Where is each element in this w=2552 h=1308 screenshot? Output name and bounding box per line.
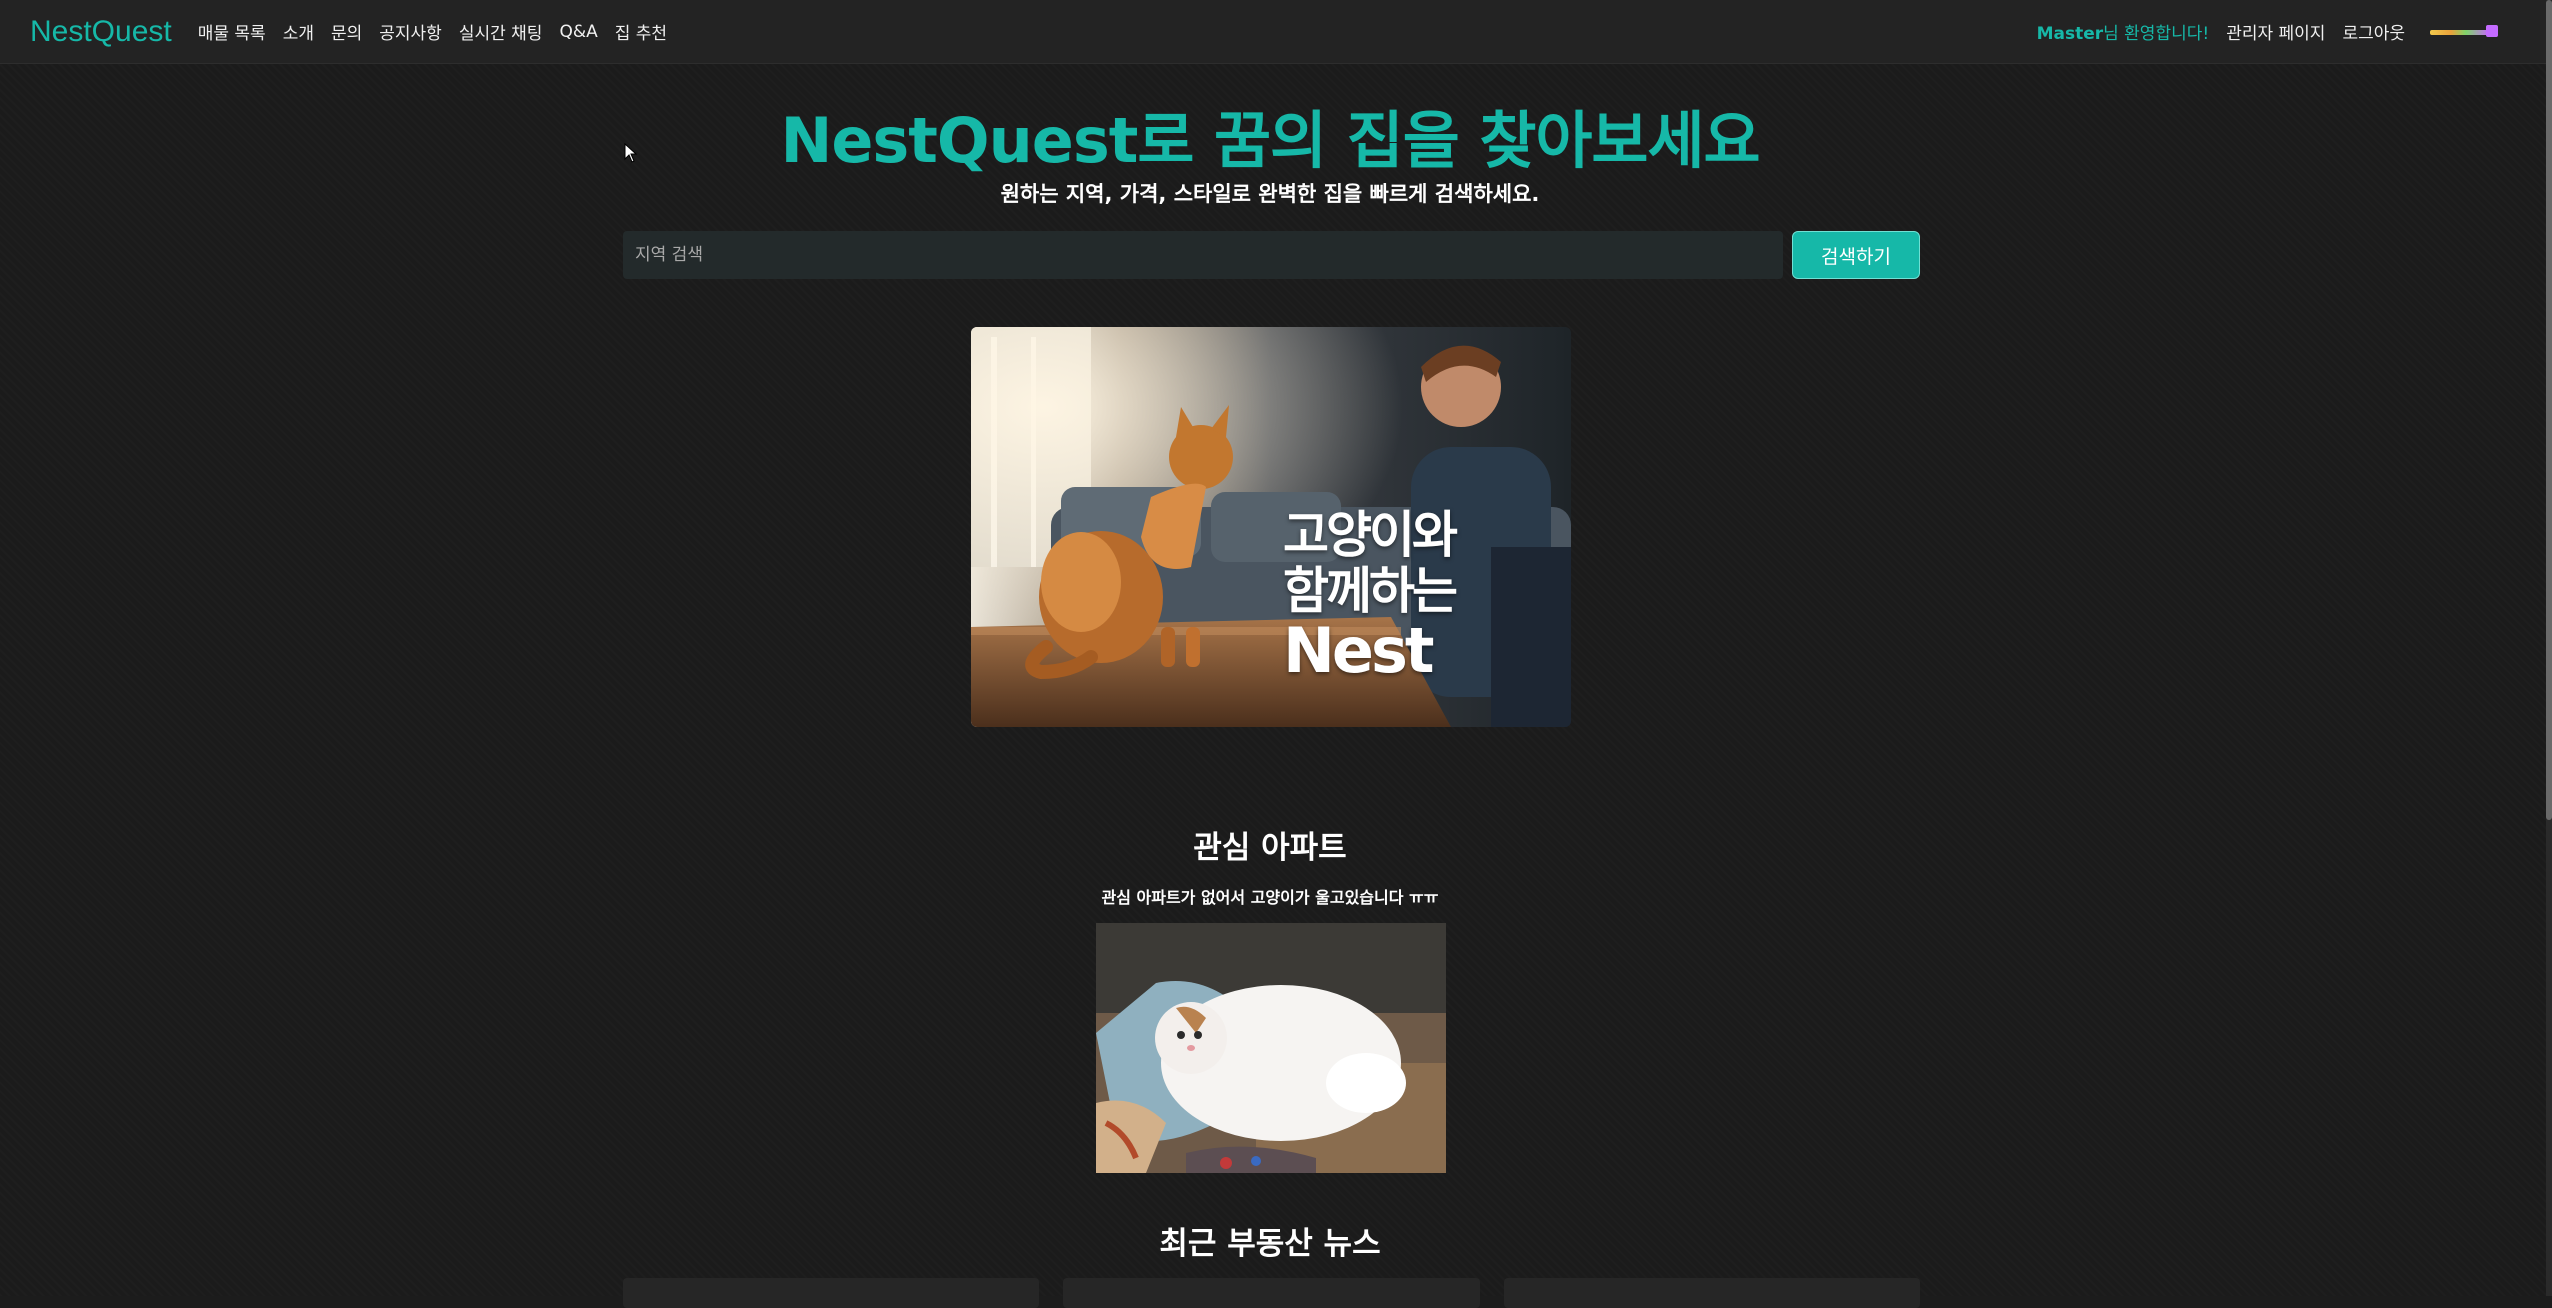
nav-link-live-chat[interactable]: 실시간 채팅 <box>459 19 543 44</box>
top-navbar: NestQuest 매물 목록 소개 문의 공지사항 실시간 채팅 Q&A 집 … <box>0 0 2546 64</box>
crying-cat-image <box>1096 923 1446 1173</box>
news-card[interactable] <box>1063 1278 1480 1308</box>
nav-link-qna[interactable]: Q&A <box>559 22 597 42</box>
nav-link-about[interactable]: 소개 <box>283 19 314 44</box>
cat-banner-image: 고양이와 함께하는 Nest <box>971 327 1571 727</box>
hero-subtitle: 원하는 지역, 가격, 스타일로 완벽한 집을 빠르게 검색하세요. <box>1000 182 1540 206</box>
banner-line-1: 고양이와 <box>1283 506 1458 564</box>
nav-link-home-recommend[interactable]: 집 추천 <box>615 19 667 44</box>
banner-illustration <box>971 327 1571 727</box>
admin-page-link[interactable]: 관리자 페이지 <box>2226 19 2325 44</box>
news-card-list <box>623 1278 1920 1308</box>
hero-title: NestQuest로 꿈의 집을 찾아보세요 <box>780 104 1760 177</box>
scrollbar-thumb[interactable] <box>2546 0 2552 820</box>
banner-headline: 고양이와 함께하는 Nest <box>1283 506 1458 687</box>
welcome-suffix: 님 환영합니다! <box>2103 24 2210 44</box>
favorites-section-title: 관심 아파트 <box>1193 830 1347 866</box>
theme-toggle-slider[interactable] <box>2430 23 2502 41</box>
theme-toggle-track <box>2430 29 2490 35</box>
nav-link-contact[interactable]: 문의 <box>331 19 362 44</box>
theme-toggle-knob[interactable] <box>2486 24 2498 37</box>
logout-link[interactable]: 로그아웃 <box>2342 19 2405 44</box>
brand-logo-link[interactable]: NestQuest <box>30 15 172 49</box>
region-search-input[interactable] <box>623 231 1783 279</box>
banner-line-3: Nest <box>1283 614 1434 687</box>
cat-lying-illustration <box>1096 923 1446 1173</box>
search-bar: 검색하기 <box>623 231 1920 279</box>
mouse-cursor-icon <box>624 143 638 163</box>
nav-link-listings[interactable]: 매물 목록 <box>198 19 266 44</box>
news-section-title: 최근 부동산 뉴스 <box>1159 1226 1381 1262</box>
news-card[interactable] <box>623 1278 1040 1308</box>
welcome-username: Master <box>2036 24 2104 44</box>
search-button[interactable]: 검색하기 <box>1792 231 1920 279</box>
nav-user-area: Master님 환영합니다! 관리자 페이지 로그아웃 <box>2037 19 2516 44</box>
welcome-message: Master님 환영합니다! <box>2037 19 2210 44</box>
news-card[interactable] <box>1503 1278 1920 1308</box>
favorites-empty-message: 관심 아파트가 없어서 고양이가 울고있습니다 ㅠㅠ <box>1101 888 1439 907</box>
page-scrollbar[interactable] <box>2546 0 2552 1296</box>
banner-line-2: 함께하는 <box>1283 562 1458 620</box>
nav-link-notices[interactable]: 공지사항 <box>379 19 442 44</box>
nav-links: 매물 목록 소개 문의 공지사항 실시간 채팅 Q&A 집 추천 <box>198 19 684 45</box>
